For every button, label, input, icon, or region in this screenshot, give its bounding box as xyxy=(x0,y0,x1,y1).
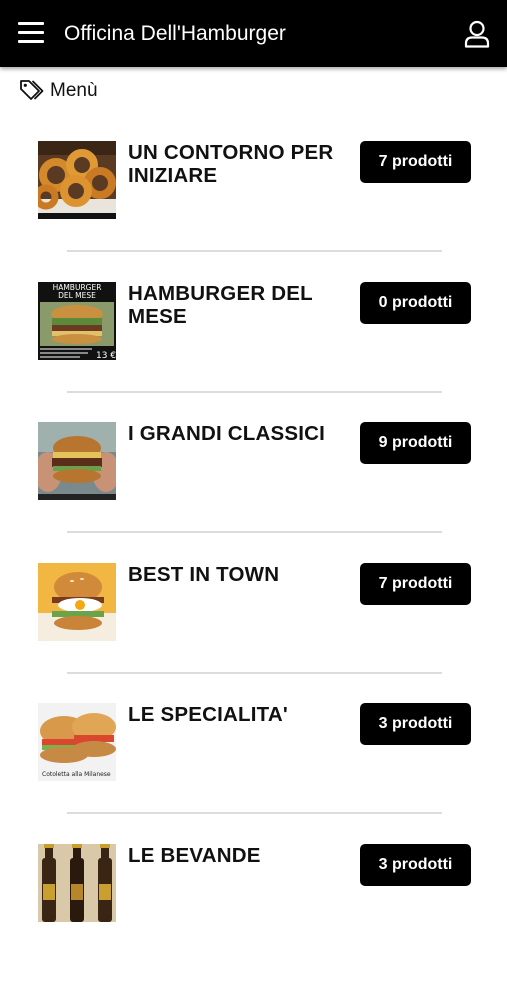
divider xyxy=(67,812,442,814)
app-header: Officina Dell'Hamburger xyxy=(0,0,507,67)
category-image-burger-of-month: HAMBURGER DEL MESE 13 € xyxy=(38,282,116,360)
product-count-button[interactable]: 3 prodotti xyxy=(360,703,471,745)
category-image-egg-burger xyxy=(38,563,116,641)
category-item[interactable]: LE BEVANDE 3 prodotti xyxy=(0,844,507,984)
category-name: BEST IN TOWN xyxy=(128,563,353,586)
category-name: HAMBURGER DEL MESE xyxy=(128,282,353,328)
svg-text:13 €: 13 € xyxy=(96,351,116,360)
app-title: Officina Dell'Hamburger xyxy=(64,21,286,47)
category-item[interactable]: Cotoletta alla Milanese LE SPECIALITA' 3… xyxy=(0,703,507,844)
tag-icon xyxy=(19,79,45,101)
divider xyxy=(67,391,442,393)
category-name: LE SPECIALITA' xyxy=(128,703,353,726)
divider xyxy=(67,531,442,533)
category-list: UN CONTORNO PER INIZIARE 7 prodotti HAMB… xyxy=(0,141,507,984)
hamburger-menu-icon[interactable] xyxy=(18,22,44,44)
category-item[interactable]: UN CONTORNO PER INIZIARE 7 prodotti xyxy=(0,141,507,282)
category-image-onion-rings xyxy=(38,141,116,219)
svg-text:Cotoletta alla Milanese: Cotoletta alla Milanese xyxy=(42,771,111,778)
category-item[interactable]: BEST IN TOWN 7 prodotti xyxy=(0,563,507,704)
category-item[interactable]: I GRANDI CLASSICI 9 prodotti xyxy=(0,422,507,563)
divider xyxy=(67,250,442,252)
product-count-button[interactable]: 0 prodotti xyxy=(360,282,471,324)
user-icon[interactable] xyxy=(463,20,491,48)
product-count-button[interactable]: 7 prodotti xyxy=(360,141,471,183)
breadcrumb-label: Menù xyxy=(50,80,98,102)
category-image-hand-held-burger xyxy=(38,422,116,500)
category-image-cutlet-sandwich: Cotoletta alla Milanese xyxy=(38,703,116,781)
svg-text:DEL MESE: DEL MESE xyxy=(58,291,96,300)
category-name: I GRANDI CLASSICI xyxy=(128,422,353,445)
product-count-button[interactable]: 3 prodotti xyxy=(360,844,471,886)
category-name: LE BEVANDE xyxy=(128,844,353,867)
category-item[interactable]: HAMBURGER DEL MESE 13 € HAMBURGER DEL ME… xyxy=(0,282,507,423)
product-count-button[interactable]: 7 prodotti xyxy=(360,563,471,605)
divider xyxy=(67,672,442,674)
category-image-beer-bottles xyxy=(38,844,116,922)
category-name: UN CONTORNO PER INIZIARE xyxy=(128,141,353,187)
product-count-button[interactable]: 9 prodotti xyxy=(360,422,471,464)
